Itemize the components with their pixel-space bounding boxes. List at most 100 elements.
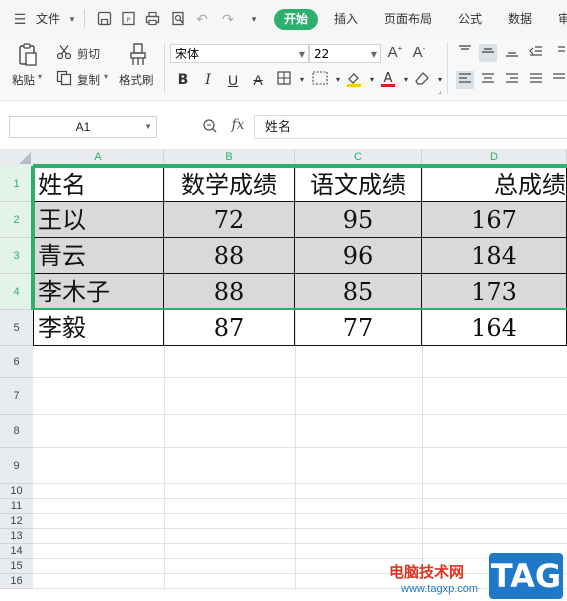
cell-b1[interactable]: 数学成绩 — [164, 166, 295, 202]
decrease-font-size-icon[interactable]: A- — [410, 44, 428, 62]
name-box[interactable]: A1 ▼ — [9, 116, 157, 138]
row-header-10[interactable]: 10 — [0, 484, 33, 499]
copy-button[interactable]: 复制 — [77, 72, 100, 88]
print-icon[interactable] — [144, 11, 160, 27]
save-icon[interactable] — [96, 11, 112, 27]
row-header-7[interactable]: 7 — [0, 378, 33, 415]
align-center-icon[interactable] — [479, 71, 497, 89]
row-header-8[interactable]: 8 — [0, 415, 33, 448]
tab-formulas[interactable]: 公式 — [458, 10, 482, 27]
cell-a3[interactable]: 青云 — [33, 238, 164, 274]
cell-b2[interactable]: 72 — [164, 202, 295, 238]
file-menu[interactable]: 文件 — [36, 10, 60, 27]
cut-button[interactable]: 剪切 — [77, 46, 100, 62]
clear-format-icon[interactable] — [412, 70, 432, 90]
format-painter-button[interactable]: 格式刷 — [119, 72, 154, 88]
font-name-select[interactable]: 宋体 ▼ — [170, 44, 309, 63]
formula-input[interactable]: 姓名 — [254, 115, 567, 139]
undo-icon[interactable]: ↶ — [194, 11, 210, 27]
merge-cells-icon[interactable] — [310, 70, 330, 90]
site-watermark: 电脑技术网 www.tagxp.com TAG — [389, 553, 567, 601]
cell-c3[interactable]: 96 — [295, 238, 422, 274]
cell-d3[interactable]: 184 — [422, 238, 567, 274]
cell-c4[interactable]: 85 — [295, 274, 422, 310]
tab-home[interactable]: 开始 — [274, 9, 318, 30]
cell-d1[interactable]: 总成绩 — [422, 166, 567, 202]
increase-font-size-icon[interactable]: A+ — [386, 44, 404, 62]
hamburger-menu-icon[interactable]: ☰ — [12, 11, 28, 27]
print-preview-icon[interactable] — [170, 11, 186, 27]
cell-d4[interactable]: 173 — [422, 274, 567, 310]
copy-dropdown-icon[interactable]: ▾ — [104, 72, 108, 81]
paste-dropdown-icon[interactable]: ▾ — [38, 72, 42, 81]
spreadsheet-grid[interactable]: A B C D 1 2 3 4 5 6 7 8 9 10 11 12 13 14 15 16 姓名 数学成绩 语文成绩 总成绩… — [0, 149, 567, 601]
tab-review[interactable]: 审 — [558, 10, 567, 27]
row-header-14[interactable]: 14 — [0, 544, 33, 559]
scissors-icon[interactable] — [56, 44, 72, 60]
font-dialog-launcher-icon[interactable]: ⌟ — [438, 86, 442, 95]
row-header-15[interactable]: 15 — [0, 559, 33, 574]
divider — [447, 42, 448, 94]
tab-page-layout[interactable]: 页面布局 — [384, 10, 432, 27]
align-left-icon[interactable] — [456, 71, 474, 89]
paste-icon[interactable] — [17, 42, 39, 68]
align-right-icon[interactable] — [503, 71, 521, 89]
cell-b5[interactable]: 87 — [164, 310, 295, 346]
cell-d2[interactable]: 167 — [422, 202, 567, 238]
function-icon[interactable]: fx — [228, 117, 248, 135]
paste-button[interactable]: 粘贴 — [12, 72, 35, 88]
underline-icon[interactable]: U — [223, 70, 243, 90]
row-header-11[interactable]: 11 — [0, 499, 33, 514]
gridline-horizontal — [33, 498, 567, 499]
export-pdf-icon[interactable]: P — [120, 11, 136, 27]
increase-indent-icon[interactable] — [550, 44, 567, 62]
bold-icon[interactable]: B — [173, 70, 193, 90]
align-bottom-icon[interactable] — [503, 44, 521, 62]
redo-icon[interactable]: ↷ — [220, 11, 236, 27]
tab-data[interactable]: 数据 — [508, 10, 532, 27]
row-header-13[interactable]: 13 — [0, 529, 33, 544]
border-icon[interactable] — [274, 70, 294, 90]
cell-c5[interactable]: 77 — [295, 310, 422, 346]
font-size-select[interactable]: 22 ▼ — [309, 44, 381, 63]
copy-icon[interactable] — [56, 70, 72, 86]
row-header-12[interactable]: 12 — [0, 514, 33, 529]
zoom-search-icon[interactable] — [202, 118, 218, 134]
fill-color-icon[interactable] — [344, 70, 364, 90]
select-all-corner[interactable] — [0, 149, 33, 166]
more-chevron-icon[interactable]: ▾ — [246, 11, 262, 27]
cell-b3[interactable]: 88 — [164, 238, 295, 274]
gridline-horizontal — [33, 377, 567, 378]
chevron-down-icon[interactable]: ▾ — [64, 11, 80, 27]
cell-a4[interactable]: 李木子 — [33, 274, 164, 310]
align-top-icon[interactable] — [456, 44, 474, 62]
chevron-down-icon: ▼ — [370, 50, 377, 59]
cell-a1[interactable]: 姓名 — [33, 166, 164, 202]
tab-insert[interactable]: 插入 — [334, 10, 358, 27]
border-dropdown-icon[interactable]: ▾ — [292, 70, 312, 90]
align-middle-icon[interactable] — [479, 44, 497, 62]
cell-c2[interactable]: 95 — [295, 202, 422, 238]
row-header-1[interactable]: 1 — [0, 166, 33, 202]
row-header-2[interactable]: 2 — [0, 202, 33, 238]
cell-b4[interactable]: 88 — [164, 274, 295, 310]
chevron-down-icon: ▼ — [298, 50, 305, 59]
justify-icon[interactable] — [527, 71, 545, 89]
row-header-16[interactable]: 16 — [0, 574, 33, 589]
row-header-5[interactable]: 5 — [0, 310, 33, 346]
italic-icon[interactable]: I — [198, 70, 218, 90]
format-painter-icon[interactable] — [128, 42, 148, 68]
cell-d5[interactable]: 164 — [422, 310, 567, 346]
row-header-9[interactable]: 9 — [0, 448, 33, 484]
row-header-3[interactable]: 3 — [0, 238, 33, 274]
cell-c1[interactable]: 语文成绩 — [295, 166, 422, 202]
font-color-icon[interactable]: A — [378, 70, 398, 90]
strikethrough-icon[interactable]: A — [248, 70, 268, 90]
row-header-6[interactable]: 6 — [0, 346, 33, 378]
cell-a5[interactable]: 李毅 — [33, 310, 164, 346]
watermark-site-name: 电脑技术网 — [389, 563, 465, 581]
distributed-align-icon[interactable] — [550, 71, 567, 89]
row-header-4[interactable]: 4 — [0, 274, 33, 310]
decrease-indent-icon[interactable] — [527, 44, 545, 62]
cell-a2[interactable]: 王以 — [33, 202, 164, 238]
